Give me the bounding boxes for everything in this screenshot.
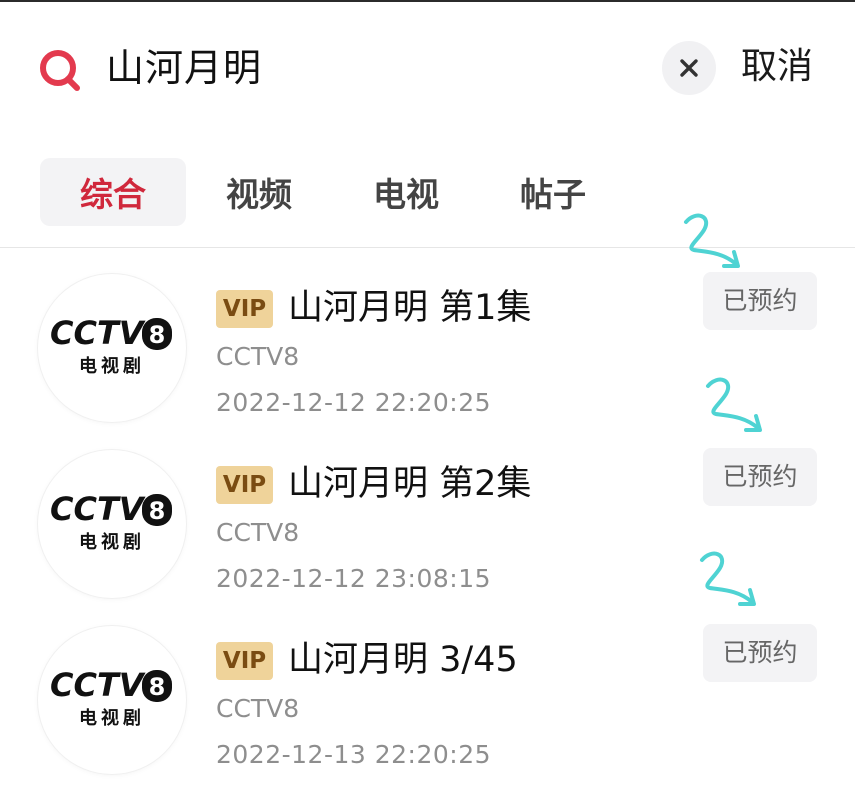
channel-name: CCTV8: [216, 342, 300, 371]
logo-text: CCTV: [50, 314, 146, 352]
air-time: 2022-12-12 23:08:15: [216, 564, 492, 593]
tab-posts[interactable]: 帖子: [480, 158, 626, 226]
clear-search-button[interactable]: [662, 41, 716, 95]
logo-number: 8: [149, 673, 166, 701]
tab-bar: 综合 视频 电视 帖子: [40, 158, 626, 226]
air-time: 2022-12-12 22:20:25: [216, 388, 492, 417]
cancel-button[interactable]: 取消: [741, 42, 813, 92]
logo-number: 8: [149, 497, 166, 525]
air-time: 2022-12-13 22:20:25: [216, 740, 492, 769]
episode-title[interactable]: 山河月明 第1集: [288, 284, 531, 332]
result-row[interactable]: CCTV 8 电视剧 VIP 山河月明 3/45 CCTV8 2022-12-1…: [0, 624, 855, 802]
logo-subtitle: 电视剧: [79, 355, 145, 377]
reserved-button[interactable]: 已预约: [703, 448, 817, 506]
channel-name: CCTV8: [216, 518, 300, 547]
channel-name: CCTV8: [216, 694, 300, 723]
logo-text: CCTV: [50, 490, 146, 528]
search-bar: 山河月明 取消: [0, 0, 855, 140]
vip-badge: VIP: [216, 642, 273, 680]
vip-badge: VIP: [216, 290, 273, 328]
hand-drawn-arrow-icon: [700, 551, 756, 606]
logo-subtitle: 电视剧: [79, 531, 145, 553]
tab-tv[interactable]: 电视: [332, 158, 480, 226]
logo-subtitle: 电视剧: [79, 707, 145, 729]
reserved-button[interactable]: 已预约: [703, 624, 817, 682]
search-icon: [38, 48, 82, 92]
episode-title[interactable]: 山河月明 3/45: [288, 636, 518, 684]
channel-logo: CCTV 8 电视剧: [38, 626, 186, 774]
close-icon: [680, 59, 698, 77]
vip-badge: VIP: [216, 466, 273, 504]
tab-video[interactable]: 视频: [186, 158, 332, 226]
tab-comprehensive[interactable]: 综合: [40, 158, 186, 226]
hand-drawn-arrow-icon: [706, 377, 762, 432]
search-input[interactable]: 山河月明: [106, 44, 262, 92]
episode-title[interactable]: 山河月明 第2集: [288, 460, 531, 508]
logo-text: CCTV: [50, 666, 146, 704]
channel-logo: CCTV 8 电视剧: [38, 450, 186, 598]
channel-logo: CCTV 8 电视剧: [38, 274, 186, 422]
logo-number: 8: [149, 321, 166, 349]
hand-drawn-arrow-icon: [684, 213, 740, 268]
